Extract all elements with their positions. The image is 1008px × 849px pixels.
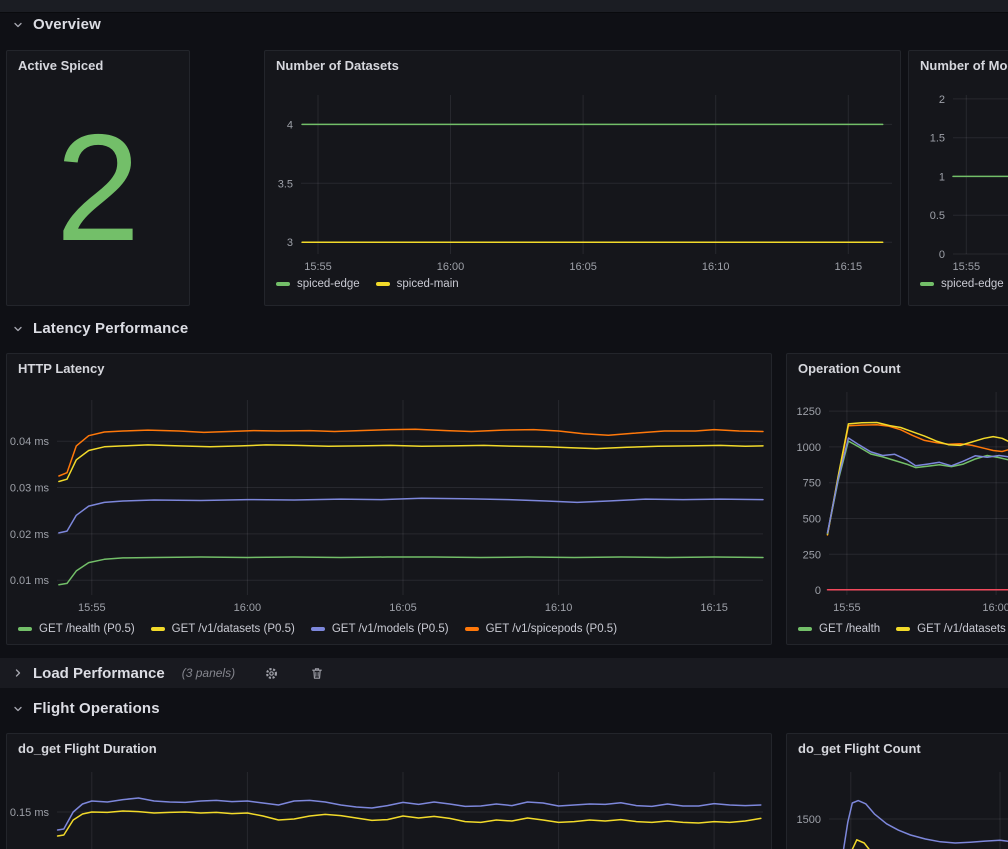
svg-text:16:00: 16:00 (437, 261, 465, 273)
svg-text:3.5: 3.5 (278, 178, 293, 190)
svg-text:4: 4 (287, 119, 293, 131)
svg-text:250: 250 (803, 549, 821, 561)
models-chart[interactable]: 15:5516:0000.511.52 (909, 87, 1008, 273)
legend: spiced-edge (920, 278, 1004, 290)
legend-swatch (896, 627, 910, 631)
svg-text:500: 500 (803, 514, 821, 526)
legend-swatch (276, 282, 290, 286)
svg-text:750: 750 (803, 478, 821, 490)
operation-count-chart[interactable]: 15:55 16:00 0 250 500 750 1000 1250 (787, 384, 1008, 616)
panel-title[interactable]: Active Spiced (7, 51, 189, 73)
svg-text:0.04 ms: 0.04 ms (10, 436, 50, 448)
panels-count-label: (3 panels) (182, 666, 235, 680)
svg-text:15:55: 15:55 (304, 261, 332, 273)
chart-canvas: 15:55 16:00 0 250 500 750 1000 1250 (787, 384, 1008, 616)
svg-text:0.01 ms: 0.01 ms (10, 575, 50, 587)
section-title-latency: Latency Performance (33, 320, 188, 337)
flight-count-chart[interactable]: 15:5516:001500 (787, 764, 1008, 849)
section-title-flight: Flight Operations (33, 700, 160, 717)
panel-active-spiced: Active Spiced 2 (6, 50, 190, 306)
panel-title[interactable]: do_get Flight Count (787, 734, 1008, 756)
panel-title[interactable]: HTTP Latency (7, 354, 771, 376)
legend-item[interactable]: spiced-main (376, 278, 459, 290)
active-spiced-value: 2 (7, 81, 189, 295)
chart-canvas: 15:55 16:00 16:05 16:10 16:15 0.01 ms 0.02 ms 0… (7, 392, 771, 616)
svg-text:0.02 ms: 0.02 ms (10, 529, 50, 541)
panel-number-of-datasets: Number of Datasets 15:5516:0016:0516:101… (264, 50, 901, 306)
legend: spiced-edge spiced-main (276, 278, 459, 290)
svg-text:16:05: 16:05 (389, 602, 417, 614)
grafana-dashboard: Overview Active Spiced 2 Number of Datas… (0, 0, 1008, 849)
svg-text:15:55: 15:55 (953, 261, 981, 273)
legend-swatch (920, 282, 934, 286)
chevron-down-icon (12, 323, 24, 335)
svg-text:16:05: 16:05 (569, 261, 597, 273)
section-title-overview: Overview (33, 16, 101, 33)
svg-text:16:10: 16:10 (702, 261, 730, 273)
chevron-right-icon (12, 667, 24, 679)
legend-swatch (18, 627, 32, 631)
panel-operation-count: Operation Count 15:55 16:00 0 250 500 750 1000… (786, 353, 1008, 645)
legend-item[interactable]: GET /v1/spicepods (P0.5) (465, 623, 617, 635)
chart-canvas: 15:55 16:00 16:05 16:10 16:15 3 3.5 4 (265, 87, 900, 273)
legend-item[interactable]: GET /health (798, 623, 880, 635)
panel-number-of-models: Number of Models 15:5516:0000.511.52 spi… (908, 50, 1008, 306)
legend-swatch (311, 627, 325, 631)
svg-text:1000: 1000 (797, 442, 821, 454)
svg-text:16:15: 16:15 (700, 602, 728, 614)
legend-item[interactable]: GET /health (P0.5) (18, 623, 135, 635)
panel-flight-duration: do_get Flight Duration 15:5516:0016:0516… (6, 733, 772, 849)
chart-canvas: 15:5516:001500 (787, 764, 1008, 849)
legend-item[interactable]: spiced-edge (276, 278, 360, 290)
legend-swatch (465, 627, 479, 631)
svg-text:16:10: 16:10 (545, 602, 573, 614)
svg-text:16:00: 16:00 (982, 602, 1008, 614)
top-bar (0, 0, 1008, 13)
legend: GET /health GET /v1/datasets (798, 623, 1006, 635)
svg-text:1: 1 (939, 171, 945, 183)
svg-text:2: 2 (939, 94, 945, 106)
svg-text:15:55: 15:55 (833, 602, 861, 614)
chart-canvas: 15:5516:0000.511.52 (909, 87, 1008, 273)
datasets-chart[interactable]: 15:55 16:00 16:05 16:10 16:15 3 3.5 4 (265, 87, 900, 273)
svg-text:0: 0 (939, 249, 945, 261)
section-title-load: Load Performance (33, 665, 165, 682)
svg-text:3: 3 (287, 237, 293, 249)
trash-icon[interactable] (310, 666, 324, 681)
legend: GET /health (P0.5) GET /v1/datasets (P0.5… (18, 623, 617, 635)
panel-flight-count: do_get Flight Count 15:5516:001500 (786, 733, 1008, 849)
legend-swatch (376, 282, 390, 286)
section-header-overview[interactable]: Overview (12, 16, 101, 33)
svg-text:1.5: 1.5 (930, 133, 945, 145)
panel-http-latency: HTTP Latency 15:55 16:00 16:05 16:10 16:15 0.… (6, 353, 772, 645)
chevron-down-icon (12, 19, 24, 31)
svg-text:1250: 1250 (797, 406, 821, 418)
svg-text:16:15: 16:15 (835, 261, 863, 273)
panel-title[interactable]: Number of Models (909, 51, 1008, 73)
svg-text:0.03 ms: 0.03 ms (10, 483, 50, 495)
svg-text:16:00: 16:00 (234, 602, 262, 614)
svg-text:1500: 1500 (797, 814, 821, 826)
panel-title[interactable]: Operation Count (787, 354, 1008, 376)
legend-item[interactable]: spiced-edge (920, 278, 1004, 290)
gear-icon[interactable] (264, 666, 279, 681)
legend-item[interactable]: GET /v1/models (P0.5) (311, 623, 449, 635)
section-header-load-performance[interactable]: Load Performance (3 panels) (0, 658, 1008, 688)
panel-title[interactable]: Number of Datasets (265, 51, 900, 73)
chevron-down-icon (12, 703, 24, 715)
svg-text:15:55: 15:55 (78, 602, 106, 614)
legend-swatch (151, 627, 165, 631)
svg-text:0: 0 (815, 585, 821, 597)
legend-item[interactable]: GET /v1/datasets (896, 623, 1006, 635)
svg-text:0.5: 0.5 (930, 210, 945, 222)
panel-title[interactable]: do_get Flight Duration (7, 734, 771, 756)
section-header-latency-performance[interactable]: Latency Performance (12, 320, 188, 337)
http-latency-chart[interactable]: 15:55 16:00 16:05 16:10 16:15 0.01 ms 0.02 ms 0… (7, 392, 771, 616)
svg-text:0.15 ms: 0.15 ms (10, 807, 50, 819)
chart-canvas: 15:5516:0016:0516:1016:150.15 ms (7, 764, 771, 849)
legend-swatch (798, 627, 812, 631)
flight-duration-chart[interactable]: 15:5516:0016:0516:1016:150.15 ms (7, 764, 771, 849)
section-header-flight-operations[interactable]: Flight Operations (12, 700, 160, 717)
legend-item[interactable]: GET /v1/datasets (P0.5) (151, 623, 295, 635)
